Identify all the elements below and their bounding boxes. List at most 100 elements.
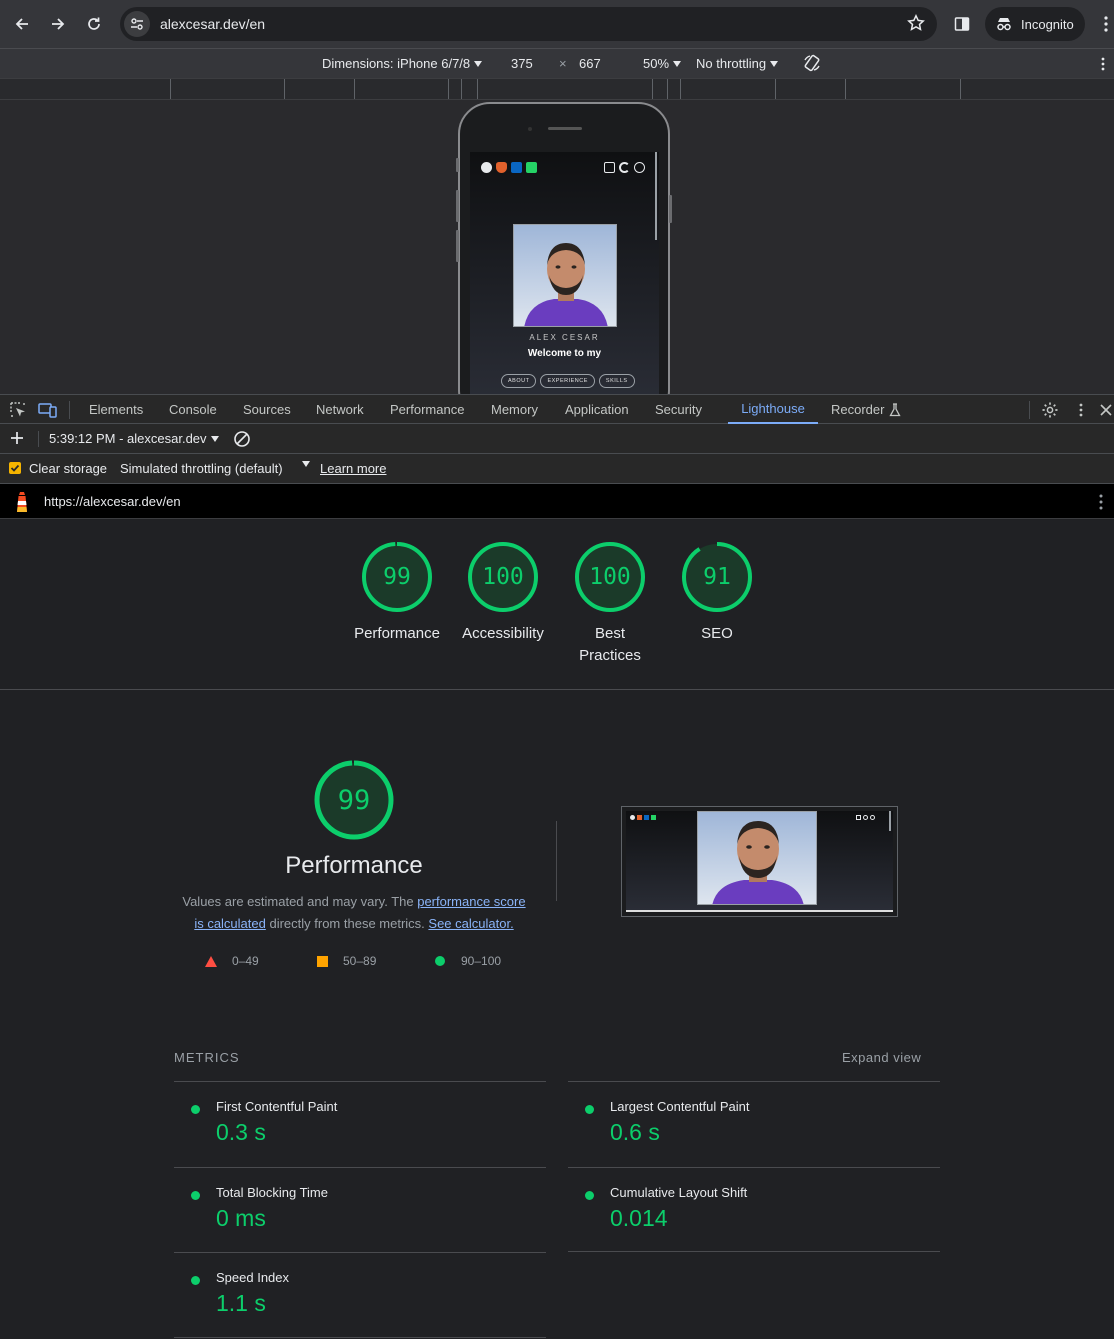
metric-value: 0.3 s <box>216 1119 266 1145</box>
media-query-marker[interactable] <box>775 79 776 99</box>
gitlab-icon[interactable] <box>496 162 507 173</box>
media-query-bar[interactable] <box>0 78 1114 100</box>
tab-network[interactable]: Network <box>316 395 364 424</box>
times-sign: × <box>559 56 567 71</box>
score-gauge-accessibility[interactable]: 100 Accessibility <box>453 541 553 645</box>
media-query-marker[interactable] <box>170 79 171 99</box>
bookmark-button[interactable] <box>907 14 925 32</box>
desc-text: Values are estimated and may vary. The <box>182 894 418 909</box>
throttling-mode-dropdown[interactable] <box>302 461 310 467</box>
device-toolbar-more-button[interactable] <box>1101 57 1105 71</box>
linkedin-icon[interactable] <box>511 162 522 173</box>
side-panel-button[interactable] <box>948 10 976 38</box>
media-query-marker[interactable] <box>845 79 846 99</box>
nav-about-button[interactable]: ABOUT <box>501 374 537 388</box>
forward-button[interactable] <box>40 6 76 42</box>
height-input[interactable]: 667 <box>579 56 601 71</box>
tab-security[interactable]: Security <box>655 395 702 424</box>
is-calculated-link[interactable]: is calculated <box>194 916 266 931</box>
chrome-menu-button[interactable] <box>1098 10 1114 38</box>
media-query-marker[interactable] <box>461 79 462 99</box>
tab-performance[interactable]: Performance <box>390 395 464 424</box>
devtools-settings-button[interactable] <box>1040 400 1060 420</box>
plus-icon <box>11 432 23 444</box>
report-selector[interactable]: 5:39:12 PM - alexcesar.dev <box>49 431 219 446</box>
whatsapp-icon[interactable] <box>526 162 537 173</box>
phone-side-button <box>456 230 459 262</box>
learn-more-link[interactable]: Learn more <box>320 461 386 476</box>
tab-application[interactable]: Application <box>565 395 629 424</box>
globe-icon[interactable] <box>634 162 645 173</box>
metric-title: Total Blocking Time <box>216 1185 328 1200</box>
score-gauge-seo[interactable]: 91 SEO <box>667 541 767 645</box>
performance-title: Performance <box>285 852 423 879</box>
tab-separator <box>1029 401 1030 419</box>
score-gauge-best-practices[interactable]: 100 Best Practices <box>560 541 660 667</box>
reload-icon <box>88 17 100 30</box>
final-screenshot-image <box>626 811 893 912</box>
site-info-button[interactable] <box>124 11 150 37</box>
tab-recorder[interactable]: Recorder <box>831 395 902 424</box>
phone-screen[interactable]: ALEX CESAR Welcome to my ABOUT EXPERIENC… <box>470 152 659 394</box>
tab-console[interactable]: Console <box>169 395 217 424</box>
clear-storage-label[interactable]: Clear storage <box>29 461 107 476</box>
url-text[interactable]: alexcesar.dev/en <box>160 16 265 32</box>
lighthouse-logo-icon <box>13 490 31 514</box>
social-links <box>481 162 537 173</box>
incognito-icon <box>997 18 1011 31</box>
inspect-icon <box>10 402 25 417</box>
score-value: 91 <box>703 564 731 590</box>
zoom-dropdown[interactable]: 50% <box>643 56 682 71</box>
nav-experience-button[interactable]: EXPERIENCE <box>540 374 595 388</box>
back-button[interactable] <box>4 6 40 42</box>
media-query-marker[interactable] <box>284 79 285 99</box>
media-query-marker[interactable] <box>652 79 653 99</box>
media-query-marker[interactable] <box>667 79 668 99</box>
new-report-button[interactable] <box>9 430 25 446</box>
tab-lighthouse[interactable]: Lighthouse <box>728 395 818 424</box>
tab-memory[interactable]: Memory <box>491 395 538 424</box>
nav-skills-button[interactable]: SKILLS <box>598 374 635 388</box>
tune-icon <box>131 18 143 30</box>
devtools-close-button[interactable] <box>1096 400 1114 420</box>
see-calculator-link[interactable]: See calculator. <box>428 916 513 931</box>
github-icon[interactable] <box>481 162 492 173</box>
legend-fail: 0–49 <box>205 954 259 968</box>
score-gauge-performance[interactable]: 99 Performance <box>347 541 447 645</box>
block-icon <box>234 431 250 447</box>
vertical-divider <box>556 821 557 901</box>
checkbox-checked[interactable] <box>9 462 21 474</box>
mail-icon[interactable] <box>604 162 615 173</box>
reload-button[interactable] <box>76 6 112 42</box>
rotate-button[interactable] <box>802 53 822 73</box>
metric-divider <box>568 1167 940 1168</box>
throttling-dropdown[interactable]: No throttling <box>696 56 779 71</box>
incognito-badge[interactable]: Incognito <box>985 7 1085 41</box>
chevron-down-icon <box>210 435 219 442</box>
media-query-marker[interactable] <box>680 79 681 99</box>
media-query-marker[interactable] <box>448 79 449 99</box>
theme-toggle-icon[interactable] <box>619 162 630 173</box>
width-input[interactable]: 375 <box>511 56 533 71</box>
tab-elements[interactable]: Elements <box>89 395 143 424</box>
inspect-element-button[interactable] <box>8 400 28 420</box>
lighthouse-report: 99 Performance 100 Accessibility 100 Bes… <box>0 519 1114 1339</box>
report-url[interactable]: https://alexcesar.dev/en <box>44 494 181 509</box>
devtools-more-button[interactable] <box>1071 400 1091 420</box>
performance-score-link[interactable]: performance score <box>417 894 525 909</box>
clear-reports-button[interactable] <box>233 430 251 448</box>
pass-dot-icon <box>191 1105 200 1114</box>
device-toggle-button[interactable] <box>38 400 58 420</box>
screen-scrollbar[interactable] <box>655 152 657 240</box>
address-bar[interactable]: alexcesar.dev/en <box>120 7 937 41</box>
media-query-marker[interactable] <box>354 79 355 99</box>
expand-view-toggle[interactable]: Expand view <box>842 1050 921 1065</box>
media-query-marker[interactable] <box>477 79 478 99</box>
report-menu-button[interactable] <box>1099 494 1103 510</box>
clear-storage-checkbox[interactable] <box>9 462 21 474</box>
final-screenshot[interactable] <box>621 806 898 917</box>
device-dropdown[interactable]: Dimensions: iPhone 6/7/8 <box>322 56 483 71</box>
lighthouse-toolbar: 5:39:12 PM - alexcesar.dev <box>0 424 1114 454</box>
media-query-marker[interactable] <box>960 79 961 99</box>
tab-sources[interactable]: Sources <box>243 395 291 424</box>
